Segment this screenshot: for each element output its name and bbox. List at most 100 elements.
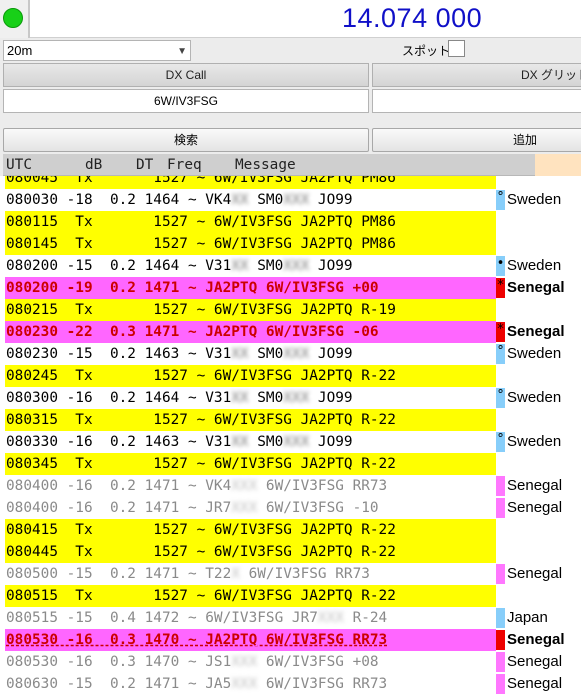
decode-row[interactable]: 080215 Tx 1527 ~ 6W/IV3FSG JA2PTQ R-19	[0, 299, 581, 321]
decode-row[interactable]: 080400 -16 0.2 1471 ~ VK4XXX 6W/IV3FSG R…	[0, 475, 581, 497]
redacted-text: XXX	[283, 346, 310, 362]
country-label: Sweden	[507, 345, 562, 362]
decode-message: 080500 -15 0.2 1471 ~ T22X 6W/IV3FSG RR7…	[5, 563, 496, 585]
dx-call-header: DX Call	[3, 63, 369, 87]
band-select[interactable]: 20m ▼	[3, 40, 191, 61]
decode-row[interactable]: 080200 -15 0.2 1464 ~ V31XX SM0XXX JO99 •…	[0, 255, 581, 277]
decode-message: 080630 -15 0.2 1471 ~ JA5XXX 6W/IV3FSG R…	[5, 673, 496, 695]
decode-row[interactable]: 080245 Tx 1527 ~ 6W/IV3FSG JA2PTQ R-22	[0, 365, 581, 387]
decode-row[interactable]: 080230 -15 0.2 1463 ~ V31XX SM0XXX JO99 °…	[0, 343, 581, 365]
redacted-text: X	[231, 566, 240, 582]
decode-row[interactable]: 080345 Tx 1527 ~ 6W/IV3FSG JA2PTQ R-22	[0, 453, 581, 475]
decode-message: 080115 Tx 1527 ~ 6W/IV3FSG JA2PTQ PM86	[5, 211, 496, 233]
decode-message: 080045 Tx 1527 ~ 6W/IV3FSG JA2PTQ PM86	[5, 176, 496, 189]
decode-row[interactable]: 080500 -15 0.2 1471 ~ T22X 6W/IV3FSG RR7…	[0, 563, 581, 585]
decode-message: 080400 -16 0.2 1471 ~ JR7XXX 6W/IV3FSG -…	[5, 497, 496, 519]
marker-icon	[496, 564, 505, 584]
decode-row[interactable]: 080200 -19 0.2 1471 ~ JA2PTQ 6W/IV3FSG +…	[0, 277, 581, 299]
redacted-text: XXX	[231, 654, 258, 670]
spot-checkbox[interactable]	[448, 40, 465, 57]
redacted-text: XXX	[283, 390, 310, 406]
marker-icon: °	[496, 388, 505, 408]
marker-icon	[496, 476, 505, 496]
decode-row[interactable]: 080330 -16 0.2 1463 ~ V31XX SM0XXX JO99 °…	[0, 431, 581, 453]
decode-row[interactable]: 080045 Tx 1527 ~ 6W/IV3FSG JA2PTQ PM86	[0, 176, 581, 189]
decode-message: 080515 -15 0.4 1472 ~ 6W/IV3FSG JR7XXX R…	[5, 607, 496, 629]
country-label: Sweden	[507, 191, 562, 208]
country-label: Senegal	[507, 653, 563, 670]
spot-label: スポット	[402, 44, 451, 58]
dx-grid-field[interactable]	[372, 89, 581, 113]
marker-icon	[496, 608, 505, 628]
decode-list[interactable]: 080045 Tx 1527 ~ 6W/IV3FSG JA2PTQ PM86 08…	[0, 176, 581, 696]
col-message[interactable]: Message	[235, 154, 296, 176]
decode-message: 080145 Tx 1527 ~ 6W/IV3FSG JA2PTQ PM86	[5, 233, 496, 255]
frequency-display: 14.074 000	[30, 0, 581, 38]
redacted-text: XX	[231, 390, 249, 406]
marker-icon: *	[496, 322, 505, 342]
col-freq[interactable]: Freq	[167, 154, 202, 176]
decode-row[interactable]: 080400 -16 0.2 1471 ~ JR7XXX 6W/IV3FSG -…	[0, 497, 581, 519]
decode-row[interactable]: 080515 Tx 1527 ~ 6W/IV3FSG JA2PTQ R-22	[0, 585, 581, 607]
add-button[interactable]: 追加	[372, 128, 581, 152]
decode-message: 080515 Tx 1527 ~ 6W/IV3FSG JA2PTQ R-22	[5, 585, 496, 607]
redacted-text: XXX	[283, 258, 310, 274]
marker-icon: °	[496, 344, 505, 364]
marker-icon: °	[496, 190, 505, 210]
redacted-text: XXX	[231, 478, 258, 494]
col-db[interactable]: dB	[85, 154, 102, 176]
decode-row[interactable]: 080445 Tx 1527 ~ 6W/IV3FSG JA2PTQ R-22	[0, 541, 581, 563]
decode-message: 080315 Tx 1527 ~ 6W/IV3FSG JA2PTQ R-22	[5, 409, 496, 431]
decode-message: 080230 -22 0.3 1471 ~ JA2PTQ 6W/IV3FSG -…	[5, 321, 496, 343]
redacted-text: XX	[231, 346, 249, 362]
decode-row[interactable]: 080530 -16 0.3 1470 ~ JA2PTQ 6W/IV3FSG R…	[0, 629, 581, 651]
country-label: Senegal	[507, 565, 563, 582]
decode-row[interactable]: 080415 Tx 1527 ~ 6W/IV3FSG JA2PTQ R-22	[0, 519, 581, 541]
decode-message: 080030 -18 0.2 1464 ~ VK4XX SM0XXX JO99	[5, 189, 496, 211]
decode-row[interactable]: 080300 -16 0.2 1464 ~ V31XX SM0XXX JO99 °…	[0, 387, 581, 409]
decode-row[interactable]: 080115 Tx 1527 ~ 6W/IV3FSG JA2PTQ PM86	[0, 211, 581, 233]
decode-message: 080445 Tx 1527 ~ 6W/IV3FSG JA2PTQ R-22	[5, 541, 496, 563]
country-label: Sweden	[507, 389, 562, 406]
decode-row[interactable]: 080515 -15 0.4 1472 ~ 6W/IV3FSG JR7XXX R…	[0, 607, 581, 629]
search-button[interactable]: 検索	[3, 128, 369, 152]
col-dt[interactable]: DT	[136, 154, 153, 176]
marker-icon	[496, 674, 505, 694]
decode-message: 080530 -16 0.3 1470 ~ JS1XXX 6W/IV3FSG +…	[5, 651, 496, 673]
country-label: Sweden	[507, 257, 562, 274]
redacted-text: XX	[231, 192, 249, 208]
top-bar: 14.074 000	[0, 0, 581, 38]
marker-icon	[496, 498, 505, 518]
decode-message: 080530 -16 0.3 1470 ~ JA2PTQ 6W/IV3FSG R…	[5, 629, 496, 651]
redacted-text: XXX	[231, 676, 258, 692]
column-header: UTC dB DT Freq Message	[3, 154, 581, 176]
decode-message: 080200 -19 0.2 1471 ~ JA2PTQ 6W/IV3FSG +…	[5, 277, 496, 299]
column-header-extra	[535, 154, 581, 176]
redacted-text: XXX	[283, 434, 310, 450]
marker-icon: •	[496, 256, 505, 276]
decode-message: 080345 Tx 1527 ~ 6W/IV3FSG JA2PTQ R-22	[5, 453, 496, 475]
country-label: Senegal	[507, 477, 563, 494]
decode-message: 080215 Tx 1527 ~ 6W/IV3FSG JA2PTQ R-19	[5, 299, 496, 321]
decode-message: 080230 -15 0.2 1463 ~ V31XX SM0XXX JO99	[5, 343, 496, 365]
status-led-icon	[3, 8, 23, 28]
country-label: Senegal	[507, 279, 565, 296]
decode-row[interactable]: 080030 -18 0.2 1464 ~ VK4XX SM0XXX JO99 °…	[0, 189, 581, 211]
decode-row[interactable]: 080230 -22 0.3 1471 ~ JA2PTQ 6W/IV3FSG -…	[0, 321, 581, 343]
decode-row[interactable]: 080630 -15 0.2 1471 ~ JA5XXX 6W/IV3FSG R…	[0, 673, 581, 695]
decode-message: 080245 Tx 1527 ~ 6W/IV3FSG JA2PTQ R-22	[5, 365, 496, 387]
redacted-text: XXX	[317, 610, 344, 626]
country-label: Japan	[507, 609, 548, 626]
dx-call-field[interactable]: 6W/IV3FSG	[3, 89, 369, 113]
decode-row[interactable]: 080145 Tx 1527 ~ 6W/IV3FSG JA2PTQ PM86	[0, 233, 581, 255]
decode-message: 080200 -15 0.2 1464 ~ V31XX SM0XXX JO99	[5, 255, 496, 277]
redacted-text: XXX	[283, 192, 310, 208]
decode-message: 080300 -16 0.2 1464 ~ V31XX SM0XXX JO99	[5, 387, 496, 409]
decode-row[interactable]: 080315 Tx 1527 ~ 6W/IV3FSG JA2PTQ R-22	[0, 409, 581, 431]
redacted-text: XX	[231, 258, 249, 274]
col-utc[interactable]: UTC	[6, 154, 32, 176]
country-label: Senegal	[507, 499, 563, 516]
decode-message: 080400 -16 0.2 1471 ~ VK4XXX 6W/IV3FSG R…	[5, 475, 496, 497]
chevron-down-icon: ▼	[177, 46, 187, 57]
decode-row[interactable]: 080530 -16 0.3 1470 ~ JS1XXX 6W/IV3FSG +…	[0, 651, 581, 673]
